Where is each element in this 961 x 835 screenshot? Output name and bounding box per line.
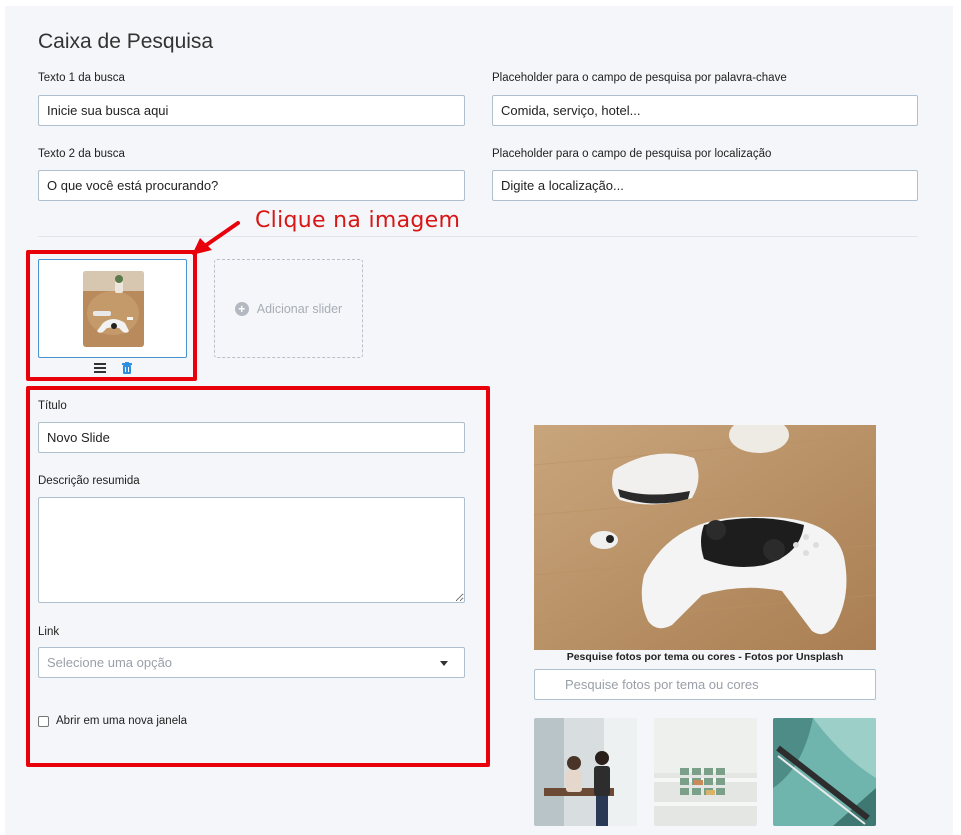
description-textarea[interactable]	[38, 497, 465, 603]
text2-input[interactable]: O que você está procurando?	[38, 170, 465, 201]
plus-circle-icon: +	[234, 301, 249, 316]
link-select-placeholder: Selecione uma opção	[47, 655, 173, 670]
keyword-placeholder-label: Placeholder para o campo de pesquisa por…	[492, 72, 787, 84]
annotation-arrow-icon	[192, 221, 240, 255]
location-placeholder-label: Placeholder para o campo de pesquisa por…	[492, 148, 772, 160]
unsplash-caption: Pesquise fotos por tema ou cores - Fotos…	[566, 651, 844, 663]
chevron-down-icon	[440, 661, 448, 666]
new-window-checkbox[interactable]	[38, 716, 49, 727]
annotation-text: Clique na imagem	[255, 208, 461, 233]
title-input[interactable]: Novo Slide	[38, 422, 465, 453]
add-slider-button[interactable]: + Adicionar slider	[214, 259, 363, 358]
hamburger-menu-icon[interactable]	[94, 363, 106, 373]
slide-card[interactable]	[38, 259, 187, 358]
text1-input[interactable]: Inicie sua busca aqui	[38, 95, 465, 126]
unsplash-photo-1[interactable]	[534, 718, 637, 826]
text1-label: Texto 1 da busca	[38, 72, 125, 84]
divider	[38, 236, 918, 237]
trash-icon[interactable]	[122, 362, 132, 374]
link-label: Link	[38, 626, 60, 638]
new-window-label: Abrir em uma nova janela	[56, 715, 188, 727]
section-title: Caixa de Pesquisa	[38, 30, 214, 53]
text2-label: Texto 2 da busca	[38, 148, 125, 160]
unsplash-photo-2[interactable]	[654, 718, 757, 826]
title-label: Título	[38, 400, 67, 412]
slide-thumbnail-image[interactable]	[83, 271, 144, 347]
keyword-placeholder-input[interactable]: Comida, serviço, hotel...	[492, 95, 918, 126]
add-slider-label: Adicionar slider	[256, 301, 343, 316]
unsplash-photo-3[interactable]	[773, 718, 876, 826]
location-placeholder-input[interactable]: Digite a localização...	[492, 170, 918, 201]
link-select[interactable]: Selecione uma opção	[38, 647, 465, 678]
slide-preview-image	[534, 425, 876, 650]
unsplash-search-input[interactable]: Pesquise fotos por tema ou cores	[534, 669, 876, 700]
description-label: Descrição resumida	[38, 475, 140, 487]
